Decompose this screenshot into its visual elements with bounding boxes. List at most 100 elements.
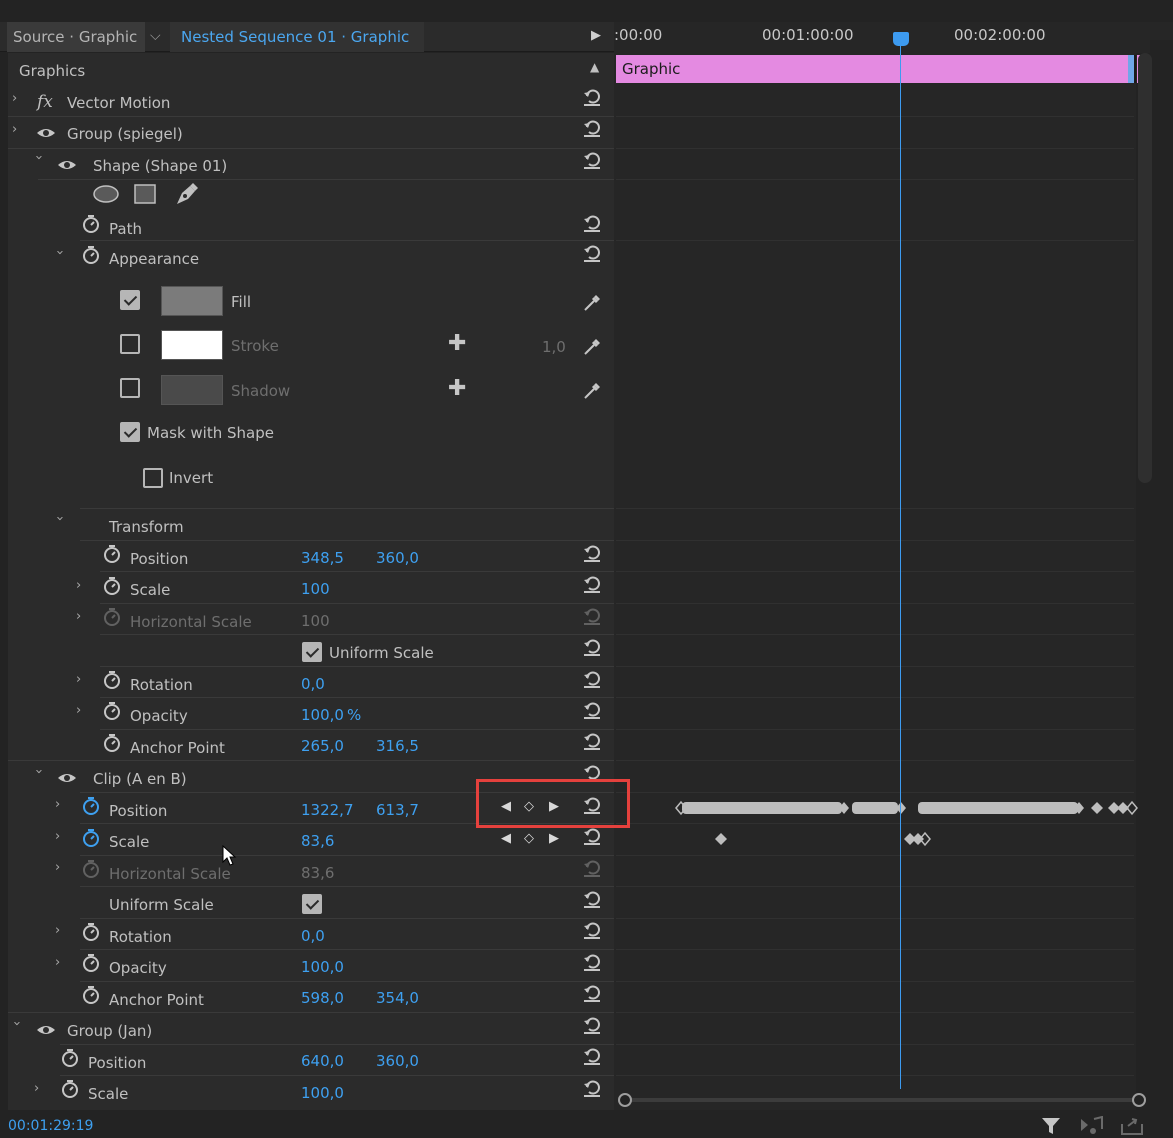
rectangle-tool-icon[interactable]	[133, 183, 157, 205]
stopwatch-icon[interactable]	[102, 701, 122, 721]
reset-icon[interactable]	[582, 700, 602, 720]
chevron-down-icon[interactable]: ›	[9, 1021, 24, 1026]
c-scale-value[interactable]: 83,6	[301, 832, 334, 850]
stroke-checkbox[interactable]	[120, 334, 140, 354]
eye-icon[interactable]	[36, 127, 56, 139]
chevron-right-icon[interactable]: ›	[34, 1081, 39, 1096]
j-scale-value[interactable]: 100,0	[301, 1084, 344, 1102]
eyedropper-icon[interactable]	[583, 336, 603, 356]
chevron-right-icon[interactable]: ›	[55, 829, 60, 844]
row-vector-motion[interactable]: Vector Motion	[67, 94, 170, 112]
t-anchor-point-x[interactable]: 265,0	[301, 737, 344, 755]
prev-keyframe-icon[interactable]: ◀	[501, 831, 511, 846]
export-icon[interactable]	[1120, 1116, 1144, 1136]
shadow-color-swatch[interactable]	[161, 375, 223, 405]
stroke-width-value[interactable]: 1,0	[542, 338, 566, 356]
j-position-x[interactable]: 640,0	[301, 1052, 344, 1070]
stopwatch-icon[interactable]	[60, 1079, 80, 1099]
c-position-y[interactable]: 613,7	[376, 801, 419, 819]
row-transform[interactable]: Transform	[109, 518, 184, 536]
reset-icon[interactable]	[582, 952, 602, 972]
eye-icon[interactable]	[36, 1024, 56, 1036]
pen-tool-icon[interactable]	[174, 181, 200, 207]
chevron-down-icon[interactable]: ⌵	[150, 28, 161, 44]
stopwatch-icon[interactable]	[81, 922, 101, 942]
stopwatch-active-icon[interactable]	[81, 796, 101, 816]
filter-icon[interactable]	[1040, 1116, 1062, 1136]
chevron-down-icon[interactable]: ›	[52, 516, 67, 521]
reset-icon[interactable]	[582, 243, 602, 263]
chevron-right-icon[interactable]: ›	[55, 955, 60, 970]
chevron-right-icon[interactable]: ›	[12, 122, 17, 137]
chevron-right-icon[interactable]: ›	[12, 91, 17, 106]
reset-icon[interactable]	[582, 669, 602, 689]
eyedropper-icon[interactable]	[583, 292, 603, 312]
stopwatch-icon[interactable]	[81, 985, 101, 1005]
reset-icon[interactable]	[582, 150, 602, 170]
keyframe-track[interactable]	[614, 792, 1144, 852]
playhead-line[interactable]	[900, 44, 901, 1089]
fill-checkbox[interactable]	[120, 290, 140, 310]
chevron-down-icon[interactable]: ›	[52, 250, 67, 255]
t-scale-value[interactable]: 100	[301, 580, 330, 598]
chevron-down-icon[interactable]: ›	[31, 155, 46, 160]
row-group-jan[interactable]: Group (Jan)	[67, 1022, 152, 1040]
stopwatch-icon[interactable]	[60, 1048, 80, 1068]
chevron-right-icon[interactable]: ›	[55, 860, 60, 875]
add-shadow-plus-icon[interactable]: ✚	[448, 376, 466, 401]
reset-icon[interactable]	[582, 920, 602, 940]
eye-icon[interactable]	[57, 159, 77, 171]
c-rotation-value[interactable]: 0,0	[301, 927, 325, 945]
vertical-scrollbar[interactable]	[1138, 53, 1152, 483]
c-anchor-point-x[interactable]: 598,0	[301, 989, 344, 1007]
zoom-end-handle[interactable]	[1132, 1093, 1146, 1107]
graphic-clip-bar[interactable]: Graphic	[616, 55, 1134, 83]
t-position-x[interactable]: 348,5	[301, 549, 344, 567]
chevron-right-icon[interactable]: ›	[55, 797, 60, 812]
shadow-checkbox[interactable]	[120, 378, 140, 398]
play-triangle-icon[interactable]: ▶	[591, 28, 601, 43]
ellipse-tool-icon[interactable]	[92, 184, 120, 204]
row-appearance[interactable]: Appearance	[109, 250, 199, 268]
stopwatch-icon[interactable]	[102, 544, 122, 564]
chevron-right-icon[interactable]: ›	[76, 672, 81, 687]
playhead-handle[interactable]	[893, 32, 909, 46]
t-opacity-value[interactable]: 100,0	[301, 706, 344, 724]
reset-icon[interactable]	[582, 87, 602, 107]
tab-source-graphic[interactable]: Source · Graphic	[7, 22, 145, 52]
next-keyframe-icon[interactable]: ▶	[549, 831, 559, 846]
stroke-color-swatch[interactable]	[161, 330, 223, 360]
collapse-up-icon[interactable]: ▲	[590, 60, 599, 74]
add-keyframe-icon[interactable]: ◇	[524, 831, 534, 846]
stopwatch-icon[interactable]	[81, 245, 101, 265]
reset-icon[interactable]	[582, 543, 602, 563]
reset-icon[interactable]	[582, 118, 602, 138]
c-anchor-point-y[interactable]: 354,0	[376, 989, 419, 1007]
row-shape-01[interactable]: Shape (Shape 01)	[93, 157, 227, 175]
chevron-right-icon[interactable]: ›	[76, 578, 81, 593]
chevron-right-icon[interactable]: ›	[55, 923, 60, 938]
stopwatch-icon[interactable]	[81, 214, 101, 234]
row-clip-a-en-b[interactable]: Clip (A en B)	[93, 770, 187, 788]
t-position-y[interactable]: 360,0	[376, 549, 419, 567]
fill-color-swatch[interactable]	[161, 286, 223, 316]
t-uniform-scale-checkbox[interactable]	[302, 642, 322, 662]
chevron-right-icon[interactable]: ›	[76, 609, 81, 624]
reset-icon[interactable]	[582, 889, 602, 909]
reset-icon[interactable]	[582, 574, 602, 594]
t-anchor-point-y[interactable]: 316,5	[376, 737, 419, 755]
current-timecode[interactable]: 00:01:29:19	[8, 1118, 93, 1134]
audio-playback-icon[interactable]	[1080, 1116, 1104, 1136]
reset-icon[interactable]	[582, 1078, 602, 1098]
stopwatch-active-icon[interactable]	[81, 828, 101, 848]
row-group-spiegel[interactable]: Group (spiegel)	[67, 125, 183, 143]
reset-icon[interactable]	[582, 1046, 602, 1066]
zoom-start-handle[interactable]	[618, 1093, 632, 1107]
eye-icon[interactable]	[57, 772, 77, 784]
mask-with-shape-checkbox[interactable]	[120, 422, 140, 442]
stopwatch-icon[interactable]	[81, 953, 101, 973]
stopwatch-icon[interactable]	[102, 733, 122, 753]
reset-icon[interactable]	[582, 731, 602, 751]
chevron-down-icon[interactable]: ›	[31, 769, 46, 774]
reset-icon[interactable]	[582, 637, 602, 657]
